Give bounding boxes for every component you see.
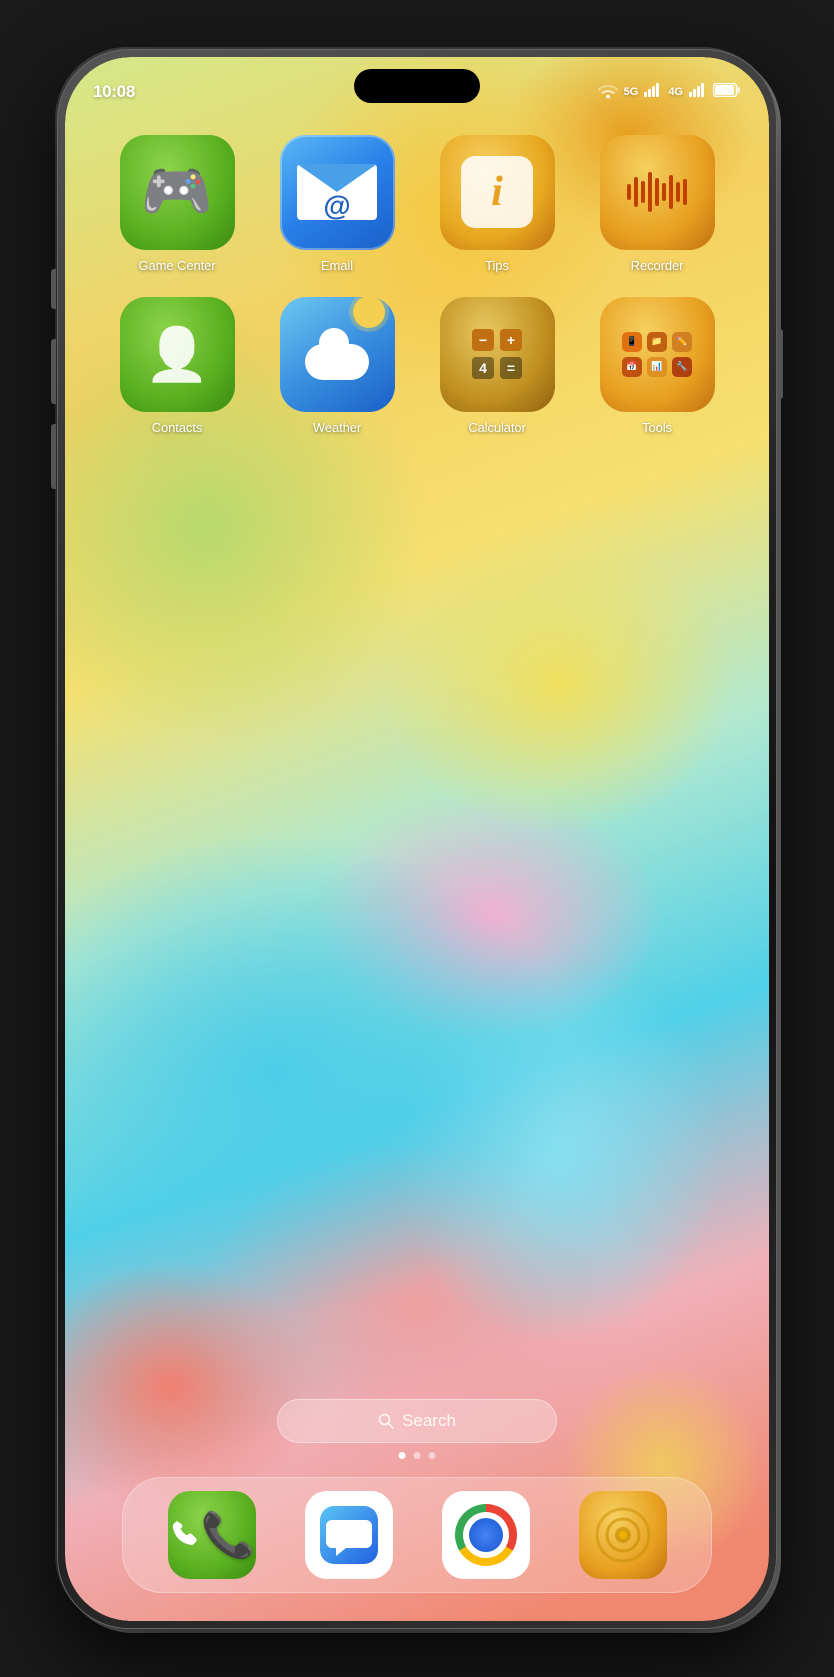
calculator-icon: − + 4 = [440, 297, 555, 412]
calc-btn-eq: = [500, 357, 522, 379]
home-screen: 10:08 5G [65, 57, 769, 1621]
status-time: 10:08 [93, 82, 135, 102]
game-center-icon [120, 135, 235, 250]
mute-button[interactable] [51, 269, 56, 309]
search-icon [378, 1413, 394, 1429]
dock-item-settings[interactable] [579, 1491, 667, 1579]
app-item-tips[interactable]: i Tips [421, 135, 573, 273]
5g-icon: 5G [624, 86, 639, 98]
app-grid: Game Center Email i Tips [65, 135, 769, 435]
app-item-email[interactable]: Email [261, 135, 413, 273]
dock-item-phone[interactable]: 📞 [168, 1491, 256, 1579]
weather-label: Weather [313, 420, 361, 435]
contacts-icon [120, 297, 235, 412]
tool-icon-3: ✏️ [672, 332, 692, 352]
tips-icon: i [440, 135, 555, 250]
messages-icon-wrapper [305, 1491, 393, 1579]
tips-icon-inner: i [461, 156, 533, 228]
phone-icon [168, 1511, 201, 1559]
calc-grid: − + 4 = [460, 317, 534, 391]
search-label: Search [402, 1411, 456, 1431]
app-item-game-center[interactable]: Game Center [101, 135, 253, 273]
tools-grid: 📱 📁 ✏️ 📅 📊 🔧 [608, 318, 706, 391]
tool-icon-5: 📊 [647, 357, 667, 377]
waveform [627, 172, 687, 212]
wave-bar [683, 179, 687, 205]
wave-bar [655, 178, 659, 206]
recorder-label: Recorder [631, 258, 684, 273]
weather-icon [280, 297, 395, 412]
chrome-inner-circle [469, 1518, 503, 1552]
settings-icon [595, 1507, 651, 1563]
messages-icon [320, 1506, 378, 1564]
tool-icon-6: 🔧 [672, 357, 692, 377]
wave-bar [634, 177, 638, 207]
wave-bar [641, 181, 645, 203]
signal-bars-2-icon [689, 83, 707, 100]
page-indicators [399, 1452, 436, 1459]
cloud-icon [305, 344, 369, 380]
app-item-calculator[interactable]: − + 4 = Calculator [421, 297, 573, 435]
phone-screen: 10:08 5G [65, 57, 769, 1621]
email-label: Email [321, 258, 353, 273]
wifi-icon [598, 83, 618, 101]
volume-down-button[interactable] [51, 424, 56, 489]
tool-icon-2: 📁 [647, 332, 667, 352]
wave-bar [627, 184, 631, 200]
calc-btn-minus: − [472, 329, 494, 351]
wave-bar [662, 183, 666, 201]
search-bar[interactable]: Search [277, 1399, 557, 1443]
app-item-weather[interactable]: Weather [261, 297, 413, 435]
sun-icon [353, 297, 385, 329]
status-icons: 5G 4G [598, 83, 741, 101]
power-button[interactable] [778, 329, 783, 399]
tools-icon: 📱 📁 ✏️ 📅 📊 🔧 [600, 297, 715, 412]
4g-icon: 4G [668, 86, 683, 98]
email-icon [280, 135, 395, 250]
app-item-recorder[interactable]: Recorder [581, 135, 733, 273]
page-dot-2 [414, 1452, 421, 1459]
calculator-label: Calculator [468, 420, 526, 435]
dock-item-messages[interactable] [305, 1491, 393, 1579]
wave-bar [676, 182, 680, 202]
tool-icon-4: 📅 [622, 357, 642, 377]
recorder-icon [600, 135, 715, 250]
weather-cloud-wrapper [297, 324, 377, 384]
tool-icon-1: 📱 [622, 332, 642, 352]
page-dot-3 [429, 1452, 436, 1459]
dynamic-island [354, 69, 480, 103]
weather-icon-inner [297, 324, 377, 384]
dock: 📞 [122, 1477, 712, 1593]
app-item-tools[interactable]: 📱 📁 ✏️ 📅 📊 🔧 Tools [581, 297, 733, 435]
tools-label: Tools [642, 420, 672, 435]
game-center-label: Game Center [139, 258, 216, 273]
recorder-icon-inner [627, 172, 687, 212]
phone-emoji: 📞 [201, 1509, 256, 1561]
signal-bars-icon [644, 83, 662, 100]
phone-frame: 10:08 5G [57, 49, 777, 1629]
wave-bar [648, 172, 652, 212]
calc-btn-4: 4 [472, 357, 494, 379]
chrome-icon [455, 1504, 517, 1566]
page-dot-1 [399, 1452, 406, 1459]
calc-btn-plus: + [500, 329, 522, 351]
contacts-label: Contacts [152, 420, 203, 435]
wave-bar [669, 175, 673, 209]
tips-label: Tips [485, 258, 509, 273]
battery-icon [713, 83, 741, 100]
email-icon-inner [297, 164, 377, 220]
app-item-contacts[interactable]: Contacts [101, 297, 253, 435]
volume-up-button[interactable] [51, 339, 56, 404]
dock-item-chrome[interactable] [442, 1491, 530, 1579]
